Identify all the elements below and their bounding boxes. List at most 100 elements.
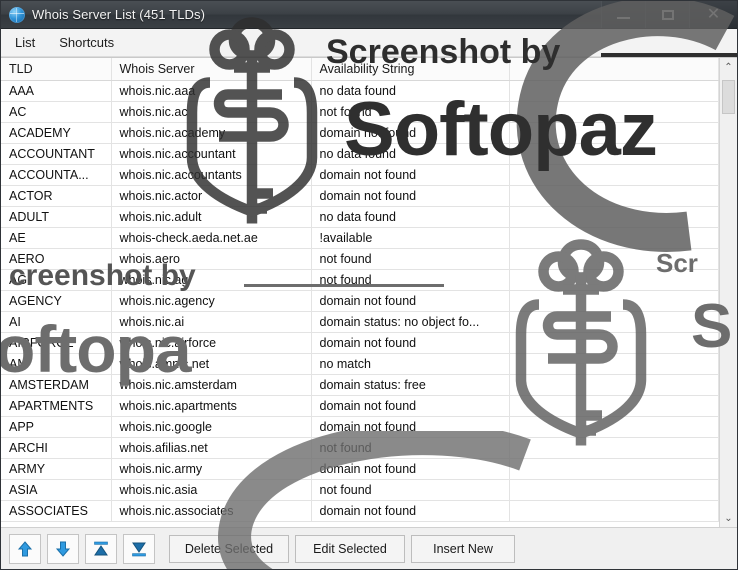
cell-tld: ASSOCIATES [1, 500, 112, 522]
table-row[interactable]: ACADEMY whois.nic.academy domain not found [1, 122, 719, 144]
cell-availability: no match [311, 353, 510, 375]
cell-spacer [509, 416, 719, 438]
bottom-toolbar: Delete Selected Edit Selected Insert New [1, 527, 737, 569]
cell-tld: AE [1, 227, 112, 249]
cell-whois-server: whois.nic.airforce [111, 332, 312, 354]
table-row[interactable]: ASIA whois.nic.asia not found [1, 479, 719, 501]
cell-availability: domain status: no object fo... [311, 311, 510, 333]
cell-spacer [509, 374, 719, 396]
whois-table: TLD Whois Server Availability String AAA… [1, 58, 719, 522]
cell-spacer [509, 227, 719, 249]
cell-whois-server: whois.nic.accountants [111, 164, 312, 186]
move-to-top-button[interactable] [85, 533, 117, 564]
table-row[interactable]: ARCHI whois.afilias.net not found [1, 437, 719, 459]
edit-selected-button[interactable]: Edit Selected [295, 534, 405, 563]
scroll-down-arrow-icon[interactable]: ⌄ [720, 509, 737, 527]
table-row[interactable]: ADULT whois.nic.adult no data found [1, 206, 719, 228]
table-row[interactable]: ASSOCIATES whois.nic.associates domain not… [1, 500, 719, 522]
whois-server-list-window: Whois Server List (451 TLDs) ✕ List Shor… [0, 0, 738, 570]
cell-availability: domain not found [311, 290, 510, 312]
table-row[interactable]: AMSTERDAM whois.nic.amsterdam domain statu… [1, 374, 719, 396]
cell-spacer [509, 122, 719, 144]
cell-whois-server: whois.nic.army [111, 458, 312, 480]
maximize-icon [661, 9, 674, 20]
cell-availability: domain not found [311, 332, 510, 354]
cell-spacer [509, 206, 719, 228]
cell-spacer [509, 143, 719, 165]
move-to-bottom-button[interactable] [123, 533, 155, 564]
cell-tld: ACCOUNTANT [1, 143, 112, 165]
cell-tld: ACTOR [1, 185, 112, 207]
table-row[interactable]: AI whois.nic.ai domain status: no object f… [1, 311, 719, 333]
cell-tld: AAA [1, 80, 112, 102]
cell-tld: AIRFORCE [1, 332, 112, 354]
delete-selected-button[interactable]: Delete Selected [169, 534, 289, 563]
table-row[interactable]: AM whois.amnic.net no match [1, 353, 719, 375]
cell-whois-server: whois.nic.ac [111, 101, 312, 123]
cell-spacer [509, 395, 719, 417]
maximize-button[interactable] [645, 1, 689, 28]
move-up-button[interactable] [9, 533, 41, 564]
table-row[interactable]: AG whois.nic.ag not found [1, 269, 719, 291]
table-row[interactable]: ACCOUNTA... whois.nic.accountants domain n… [1, 164, 719, 186]
minimize-button[interactable] [601, 1, 645, 28]
close-button[interactable]: ✕ [689, 1, 737, 28]
whois-table-scroll-region[interactable]: TLD Whois Server Availability String AAA… [1, 58, 719, 527]
scrollbar-thumb[interactable] [722, 80, 735, 114]
cell-whois-server: whois.nic.google [111, 416, 312, 438]
cell-tld: ACCOUNTA... [1, 164, 112, 186]
cell-whois-server: whois-check.aeda.net.ae [111, 227, 312, 249]
move-down-arrow-icon [55, 541, 71, 557]
cell-tld: AGENCY [1, 290, 112, 312]
cell-whois-server: whois.nic.accountant [111, 143, 312, 165]
menu-item-shortcuts[interactable]: Shortcuts [57, 32, 116, 53]
cell-availability: domain status: free [311, 374, 510, 396]
table-row[interactable]: AE whois-check.aeda.net.ae !available [1, 227, 719, 249]
window-title: Whois Server List (451 TLDs) [32, 7, 206, 22]
cell-tld: AM [1, 353, 112, 375]
cell-spacer [509, 80, 719, 102]
cell-tld: ARCHI [1, 437, 112, 459]
table-row[interactable]: AERO whois.aero not found [1, 248, 719, 270]
cell-spacer [509, 248, 719, 270]
column-header-availability[interactable]: Availability String [311, 58, 510, 81]
cell-tld: AERO [1, 248, 112, 270]
menu-item-list[interactable]: List [13, 32, 37, 53]
cell-availability: domain not found [311, 122, 510, 144]
table-row[interactable]: AAA whois.nic.aaa no data found [1, 80, 719, 102]
cell-whois-server: whois.nic.academy [111, 122, 312, 144]
cell-whois-server: whois.amnic.net [111, 353, 312, 375]
vertical-scrollbar[interactable]: ⌃ ⌄ [719, 58, 737, 527]
cell-availability: not found [311, 437, 510, 459]
table-area: TLD Whois Server Availability String AAA… [1, 57, 737, 527]
table-row[interactable]: APP whois.nic.google domain not found [1, 416, 719, 438]
cell-spacer [509, 479, 719, 501]
scrollbar-track[interactable] [720, 76, 737, 509]
cell-whois-server: whois.nic.ai [111, 311, 312, 333]
cell-spacer [509, 101, 719, 123]
table-row[interactable]: ACTOR whois.nic.actor domain not found [1, 185, 719, 207]
move-down-button[interactable] [47, 533, 79, 564]
table-row[interactable]: APARTMENTS whois.nic.apartments domain not… [1, 395, 719, 417]
cell-whois-server: whois.aero [111, 248, 312, 270]
cell-tld: APP [1, 416, 112, 438]
cell-availability: domain not found [311, 458, 510, 480]
table-row[interactable]: AGENCY whois.nic.agency domain not found [1, 290, 719, 312]
move-up-arrow-icon [17, 540, 33, 556]
table-body: AAA whois.nic.aaa no data found AC whois.nic… [1, 80, 719, 522]
table-row[interactable]: ACCOUNTANT whois.nic.accountant no data fo… [1, 143, 719, 165]
cell-spacer [509, 290, 719, 312]
cell-availability: not found [311, 479, 510, 501]
table-row[interactable]: AC whois.nic.ac not found [1, 101, 719, 123]
column-header-whois-server[interactable]: Whois Server [111, 58, 312, 81]
scroll-up-arrow-icon[interactable]: ⌃ [720, 58, 737, 76]
cell-spacer [509, 269, 719, 291]
table-row[interactable]: ARMY whois.nic.army domain not found [1, 458, 719, 480]
table-row[interactable]: AIRFORCE whois.nic.airforce domain not fou… [1, 332, 719, 354]
window-controls: ✕ [601, 1, 737, 29]
cell-spacer [509, 458, 719, 480]
insert-new-button[interactable]: Insert New [411, 534, 515, 563]
cell-availability: domain not found [311, 395, 510, 417]
cell-tld: AG [1, 269, 112, 291]
column-header-tld[interactable]: TLD [1, 58, 112, 81]
